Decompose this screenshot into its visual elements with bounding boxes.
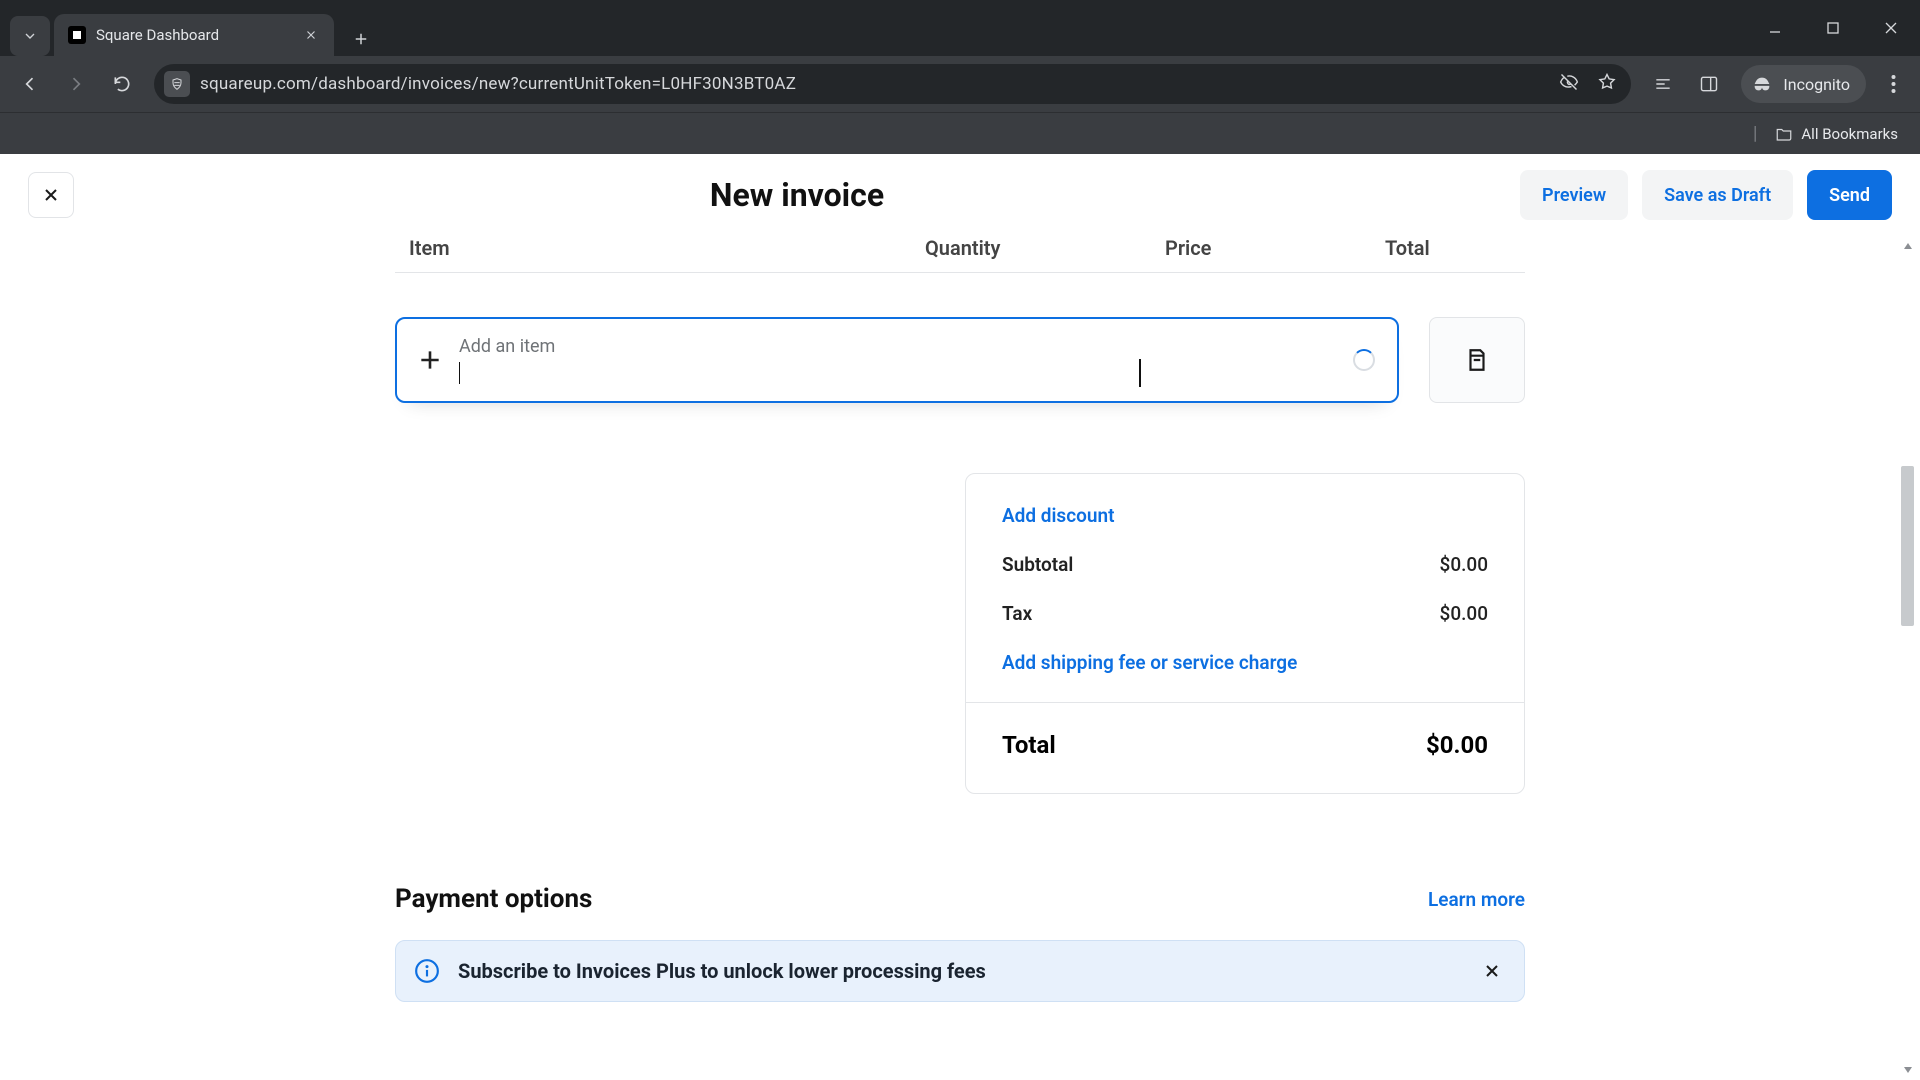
add-shipping-link[interactable]: Add shipping fee or service charge: [1002, 651, 1297, 674]
item-library-button[interactable]: [1429, 317, 1525, 403]
close-button[interactable]: [28, 172, 74, 218]
save-draft-button[interactable]: Save as Draft: [1642, 170, 1793, 220]
summary-divider: [966, 702, 1524, 703]
subtotal-value: $0.00: [1440, 553, 1488, 576]
column-price: Price: [1165, 236, 1385, 260]
learn-more-link[interactable]: Learn more: [1428, 888, 1525, 911]
banner-message: Subscribe to Invoices Plus to unlock low…: [458, 959, 1460, 983]
all-bookmarks-button[interactable]: All Bookmarks: [1775, 125, 1898, 143]
scroll-down-arrow-icon[interactable]: [1898, 1060, 1918, 1080]
page-title: New invoice: [74, 176, 1520, 214]
bookmarks-separator: |: [1753, 123, 1757, 144]
site-info-button[interactable]: [164, 71, 190, 97]
page-viewport: New invoice Preview Save as Draft Send I…: [0, 154, 1920, 1080]
window-maximize-button[interactable]: [1804, 0, 1862, 56]
scroll-up-arrow-icon[interactable]: [1898, 236, 1918, 256]
window-minimize-button[interactable]: [1746, 0, 1804, 56]
browser-menu-button[interactable]: [1876, 64, 1910, 104]
scrollbar-thumb[interactable]: [1901, 466, 1914, 626]
banner-dismiss-button[interactable]: [1478, 957, 1506, 985]
tax-label: Tax: [1002, 602, 1032, 625]
tab-title: Square Dashboard: [96, 26, 292, 44]
total-value: $0.00: [1426, 731, 1488, 759]
app-header: New invoice Preview Save as Draft Send: [0, 154, 1920, 236]
header-divider: [395, 272, 1525, 273]
info-icon: [414, 958, 440, 984]
new-tab-button[interactable]: [344, 22, 378, 56]
loading-spinner-icon: [1353, 349, 1375, 371]
tab-search-button[interactable]: [10, 16, 50, 56]
page-scrollbar[interactable]: [1898, 236, 1918, 1080]
payment-options-heading: Payment options: [395, 884, 592, 914]
incognito-indicator[interactable]: Incognito: [1741, 65, 1866, 103]
text-cursor-icon: [1139, 359, 1141, 387]
total-label: Total: [1002, 731, 1056, 759]
line-items-header: Item Quantity Price Total: [395, 236, 1525, 266]
eye-off-icon[interactable]: [1559, 72, 1579, 96]
browser-titlebar: Square Dashboard: [0, 0, 1920, 56]
add-item-label: Add an item: [459, 336, 1353, 357]
all-bookmarks-label: All Bookmarks: [1801, 125, 1898, 143]
bookmark-star-button[interactable]: [1597, 72, 1617, 96]
nav-reload-button[interactable]: [102, 64, 142, 104]
bookmarks-bar: | All Bookmarks: [0, 112, 1920, 154]
nav-forward-button[interactable]: [56, 64, 96, 104]
column-quantity: Quantity: [925, 236, 1165, 260]
incognito-label: Incognito: [1783, 75, 1850, 94]
browser-tab[interactable]: Square Dashboard: [54, 14, 334, 56]
column-total: Total: [1385, 236, 1525, 260]
add-item-input[interactable]: [459, 361, 1353, 385]
send-button[interactable]: Send: [1807, 170, 1892, 220]
square-favicon: [68, 26, 86, 44]
add-item-field[interactable]: Add an item: [395, 317, 1399, 403]
gemini-icon[interactable]: [1643, 64, 1683, 104]
plus-icon: [411, 341, 449, 379]
subtotal-label: Subtotal: [1002, 553, 1073, 576]
address-bar[interactable]: squareup.com/dashboard/invoices/new?curr…: [154, 64, 1631, 104]
summary-card: Add discount Subtotal $0.00 Tax $0.00 Ad…: [965, 473, 1525, 794]
preview-button[interactable]: Preview: [1520, 170, 1628, 220]
url-text: squareup.com/dashboard/invoices/new?curr…: [200, 74, 796, 94]
column-item: Item: [395, 236, 925, 260]
nav-back-button[interactable]: [10, 64, 50, 104]
window-close-button[interactable]: [1862, 0, 1920, 56]
browser-toolbar: squareup.com/dashboard/invoices/new?curr…: [0, 56, 1920, 112]
add-discount-link[interactable]: Add discount: [1002, 504, 1488, 527]
tax-value: $0.00: [1440, 602, 1488, 625]
tab-close-button[interactable]: [302, 26, 320, 44]
invoices-plus-banner: Subscribe to Invoices Plus to unlock low…: [395, 940, 1525, 1002]
side-panel-button[interactable]: [1689, 64, 1729, 104]
